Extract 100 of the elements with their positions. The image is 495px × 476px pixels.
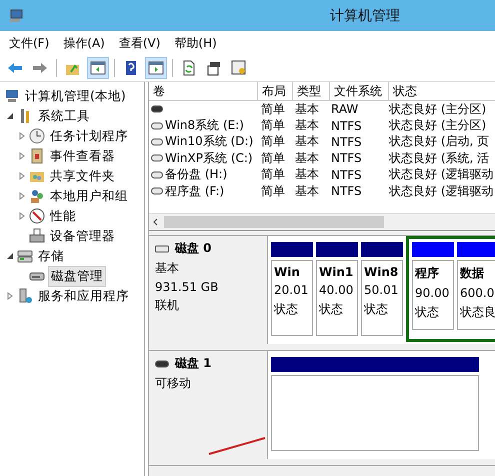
disk-detail: 基本 xyxy=(155,260,180,277)
printer-icon xyxy=(29,228,45,244)
gauge-icon xyxy=(29,208,45,224)
column-header[interactable]: 卷 xyxy=(149,82,258,100)
expand-arrow-icon[interactable] xyxy=(6,292,14,300)
table-cell-text: 简单 xyxy=(260,150,286,167)
computer-icon xyxy=(8,8,24,24)
partition-status: 状态良 xyxy=(460,304,495,321)
disk-name: 磁盘 0 xyxy=(175,240,212,257)
partition-size: 50.01 xyxy=(364,283,400,297)
table-cell-text: 基本 xyxy=(294,133,320,150)
disk-detail: 931.51 GB xyxy=(155,280,220,294)
menu-item[interactable]: 查看(V) xyxy=(114,32,166,54)
volume-name: Win8系统 (E:) xyxy=(165,117,244,134)
expand-arrow-icon[interactable] xyxy=(18,152,26,160)
menu-item[interactable]: 帮助(H) xyxy=(169,32,222,54)
column-header[interactable]: 类型 xyxy=(293,82,330,100)
drive-icon xyxy=(151,154,163,162)
menu-item[interactable]: 操作(A) xyxy=(58,32,110,54)
table-cell-text: 基本 xyxy=(294,166,320,184)
tree-item[interactable]: 事件查看器 xyxy=(48,146,117,166)
table-cell-text: 简单 xyxy=(260,117,286,134)
partition-size: 20.01 xyxy=(274,283,310,297)
partition-size: 600.0 xyxy=(460,286,495,300)
table-cell-text: 状态良好 (逻辑驱动 xyxy=(388,166,494,184)
table-cell-text: 基本 xyxy=(294,182,320,200)
expand-arrow-icon[interactable] xyxy=(18,212,26,220)
expand-arrow-icon[interactable] xyxy=(18,132,26,140)
tree-item[interactable]: 任务计划程序 xyxy=(48,126,130,146)
column-header[interactable]: 状态 xyxy=(389,82,495,100)
tree-item[interactable]: 服务和应用程序 xyxy=(36,286,131,306)
tree-item[interactable]: 存储 xyxy=(36,246,66,266)
partition-size: 90.00 xyxy=(415,286,450,300)
table-cell-text: NTFS xyxy=(330,184,363,198)
menu-item[interactable]: 文件(F) xyxy=(4,32,54,54)
table-cell-text: NTFS xyxy=(330,168,363,182)
tree-item[interactable]: 磁盘管理 xyxy=(48,266,106,286)
table-cell-text: 简单 xyxy=(260,182,286,200)
tree-item[interactable]: 计算机管理(本地) xyxy=(23,86,128,106)
partition-name: 程序 xyxy=(415,265,440,282)
partition-name: Win xyxy=(274,265,301,279)
table-cell-text: 状态良好 (逻辑驱动 xyxy=(388,182,494,200)
partition-block[interactable] xyxy=(271,357,479,451)
tree-pane-icon[interactable] xyxy=(87,57,109,79)
table-cell-text: 基本 xyxy=(294,150,320,167)
volume-name: WinXP系统 (C:) xyxy=(165,150,253,167)
tree-item[interactable]: 本地用户和组 xyxy=(48,186,130,206)
scroll-left-icon[interactable] xyxy=(152,218,160,226)
table-cell-text: RAW xyxy=(330,102,360,116)
volume-name: 备份盘 (H:) xyxy=(165,166,228,184)
disk-name: 磁盘 1 xyxy=(175,355,212,372)
table-cell-text: 状态良好 (主分区) xyxy=(388,100,488,118)
partition-name: Win8 xyxy=(364,265,400,279)
partition-status: 状态 xyxy=(415,304,440,321)
drive-icon xyxy=(151,170,163,179)
volume-name: Win10系统 (D:) xyxy=(165,133,254,150)
drive-icon xyxy=(155,244,169,252)
table-cell-text: 简单 xyxy=(260,100,286,118)
drive-icon xyxy=(155,360,169,368)
drive-icon xyxy=(151,105,163,114)
volume-name: 程序盘 (F:) xyxy=(165,182,224,200)
drive-icon xyxy=(17,248,33,264)
action-pane-icon[interactable] xyxy=(145,57,167,79)
table-cell-text: NTFS xyxy=(330,118,363,133)
partition-status: 状态 xyxy=(274,301,299,318)
partition-name: Win1 xyxy=(319,265,354,279)
column-header[interactable]: 布局 xyxy=(258,82,293,100)
table-cell-text: 状态良好 (系统, 活 xyxy=(388,150,490,167)
collapse-arrow-icon[interactable] xyxy=(6,112,14,120)
notebook-icon xyxy=(29,148,45,164)
users-icon xyxy=(29,188,45,204)
tree-item[interactable]: 设备管理器 xyxy=(48,226,117,246)
tree-item[interactable]: 系统工具 xyxy=(36,106,92,126)
server-icon xyxy=(17,288,33,304)
disk-detail: 联机 xyxy=(155,297,180,314)
column-header[interactable]: 文件系统 xyxy=(330,82,389,100)
clock-icon xyxy=(29,128,45,144)
tree-item[interactable]: 性能 xyxy=(48,206,78,226)
expand-arrow-icon[interactable] xyxy=(18,172,26,180)
table-cell-text: 状态良好 (启动, 页 xyxy=(388,133,490,150)
drive-icon xyxy=(151,138,163,146)
table-cell-text: 基本 xyxy=(294,117,320,134)
annotation-line xyxy=(207,436,267,456)
table-cell-text: 简单 xyxy=(260,166,286,184)
tree-item[interactable]: 共享文件夹 xyxy=(48,166,117,186)
expand-arrow-icon[interactable] xyxy=(18,192,26,200)
table-cell-text: NTFS xyxy=(330,151,363,166)
computer-icon xyxy=(4,88,20,104)
partition-name: 数据 xyxy=(460,265,485,282)
disk-detail: 可移动 xyxy=(155,375,192,392)
table-cell-text: NTFS xyxy=(330,134,363,149)
partition-status: 状态 xyxy=(364,301,389,318)
table-cell-text: 基本 xyxy=(294,100,320,118)
collapse-arrow-icon[interactable] xyxy=(6,252,14,260)
partition-size: 40.00 xyxy=(319,283,354,297)
drive-icon xyxy=(151,187,163,196)
window-title: 计算机管理 xyxy=(330,7,400,25)
table-cell-text: 简单 xyxy=(260,133,286,150)
horizontal-scrollbar[interactable] xyxy=(149,213,495,230)
table-cell-text: 状态良好 (主分区) xyxy=(388,117,488,134)
